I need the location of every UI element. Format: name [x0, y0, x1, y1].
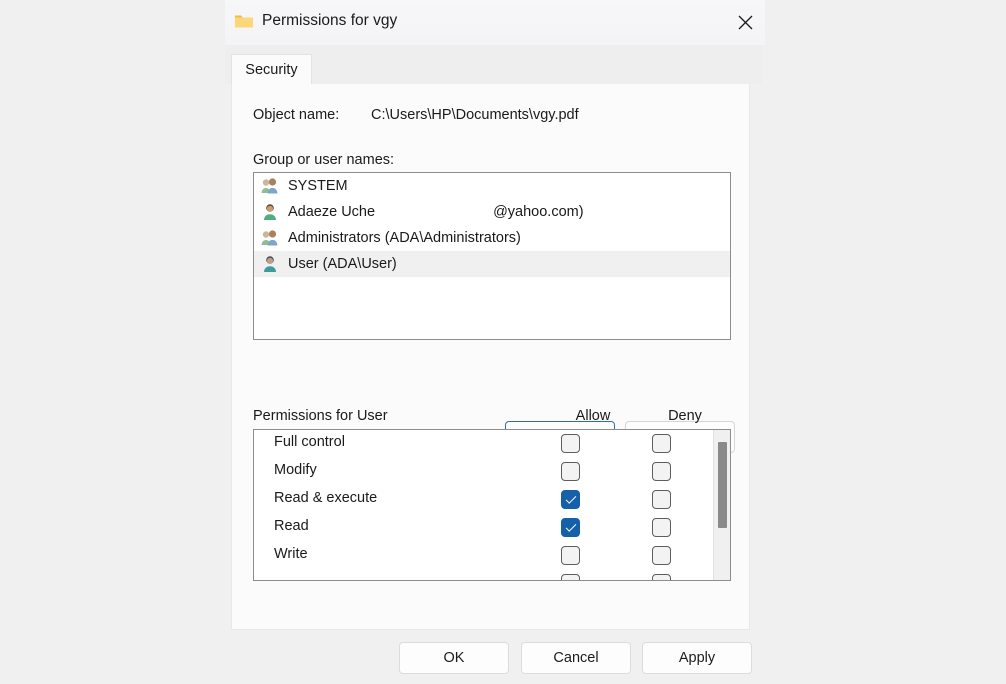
allow-checkbox[interactable]	[561, 462, 580, 481]
list-item-label: User (ADA\User)	[288, 256, 397, 272]
close-icon[interactable]	[725, 3, 765, 41]
list-item[interactable]: SYSTEM	[254, 173, 730, 199]
table-row[interactable]: Modify	[254, 458, 730, 486]
deny-checkbox[interactable]	[652, 434, 671, 453]
permission-label: Read	[274, 518, 309, 534]
deny-checkbox[interactable]	[652, 574, 671, 581]
list-item-label: Administrators (ADA\Administrators)	[288, 230, 521, 246]
permissions-dialog: Permissions for vgy Security Object name…	[225, 0, 765, 684]
table-row[interactable]: Full control	[254, 430, 730, 458]
list-item[interactable]: Administrators (ADA\Administrators)	[254, 225, 730, 251]
group-or-user-names-label: Group or user names:	[253, 152, 394, 168]
single-user-icon	[260, 202, 280, 222]
dialog-footer: OK Cancel Apply	[225, 630, 765, 684]
column-header-allow: Allow	[568, 408, 618, 424]
list-item-selected[interactable]: User (ADA\User)	[254, 251, 730, 277]
allow-checkbox[interactable]	[561, 574, 580, 581]
table-row[interactable]: Read & execute	[254, 486, 730, 514]
group-user-list[interactable]: SYSTEM Adaeze Uche@yahoo.com)	[253, 172, 731, 340]
permissions-for-user-label: Permissions for User	[253, 408, 388, 424]
permission-label: Full control	[274, 434, 345, 450]
tab-security-label: Security	[245, 62, 297, 78]
tab-strip: Security	[225, 45, 762, 84]
scrollbar-thumb[interactable]	[718, 442, 727, 528]
group-users-icon	[260, 228, 280, 248]
cancel-button[interactable]: Cancel	[521, 642, 631, 674]
permission-label: Read & execute	[274, 490, 377, 506]
list-item[interactable]: Adaeze Uche@yahoo.com)	[254, 199, 730, 225]
permissions-list[interactable]: Full control Modify Read & execute Read	[253, 429, 731, 581]
object-name-value: C:\Users\HP\Documents\vgy.pdf	[371, 107, 579, 123]
deny-checkbox[interactable]	[652, 490, 671, 509]
list-item-label: Adaeze Uche@yahoo.com)	[288, 204, 584, 220]
list-item-label: SYSTEM	[288, 178, 348, 194]
deny-checkbox[interactable]	[652, 518, 671, 537]
group-users-icon	[260, 176, 280, 196]
tab-security[interactable]: Security	[231, 54, 312, 85]
cancel-button-label: Cancel	[553, 650, 598, 666]
table-row[interactable]: Write	[254, 542, 730, 570]
table-row-partial[interactable]	[254, 570, 730, 581]
allow-checkbox[interactable]	[561, 490, 580, 509]
permissions-scrollbar[interactable]	[713, 430, 730, 580]
security-panel: Object name: C:\Users\HP\Documents\vgy.p…	[231, 84, 750, 630]
deny-checkbox[interactable]	[652, 462, 671, 481]
title-bar: Permissions for vgy	[225, 0, 765, 45]
allow-checkbox[interactable]	[561, 546, 580, 565]
allow-checkbox[interactable]	[561, 434, 580, 453]
single-user-icon	[260, 254, 280, 274]
window-title: Permissions for vgy	[262, 12, 397, 30]
apply-button[interactable]: Apply	[642, 642, 752, 674]
object-name-label: Object name:	[253, 107, 339, 123]
deny-checkbox[interactable]	[652, 546, 671, 565]
ok-button[interactable]: OK	[399, 642, 509, 674]
table-row[interactable]: Read	[254, 514, 730, 542]
folder-icon	[234, 13, 254, 29]
permission-label: Write	[274, 546, 308, 562]
allow-checkbox[interactable]	[561, 518, 580, 537]
apply-button-label: Apply	[679, 650, 715, 666]
permission-label: Modify	[274, 462, 317, 478]
ok-button-label: OK	[444, 650, 465, 666]
column-header-deny: Deny	[660, 408, 710, 424]
